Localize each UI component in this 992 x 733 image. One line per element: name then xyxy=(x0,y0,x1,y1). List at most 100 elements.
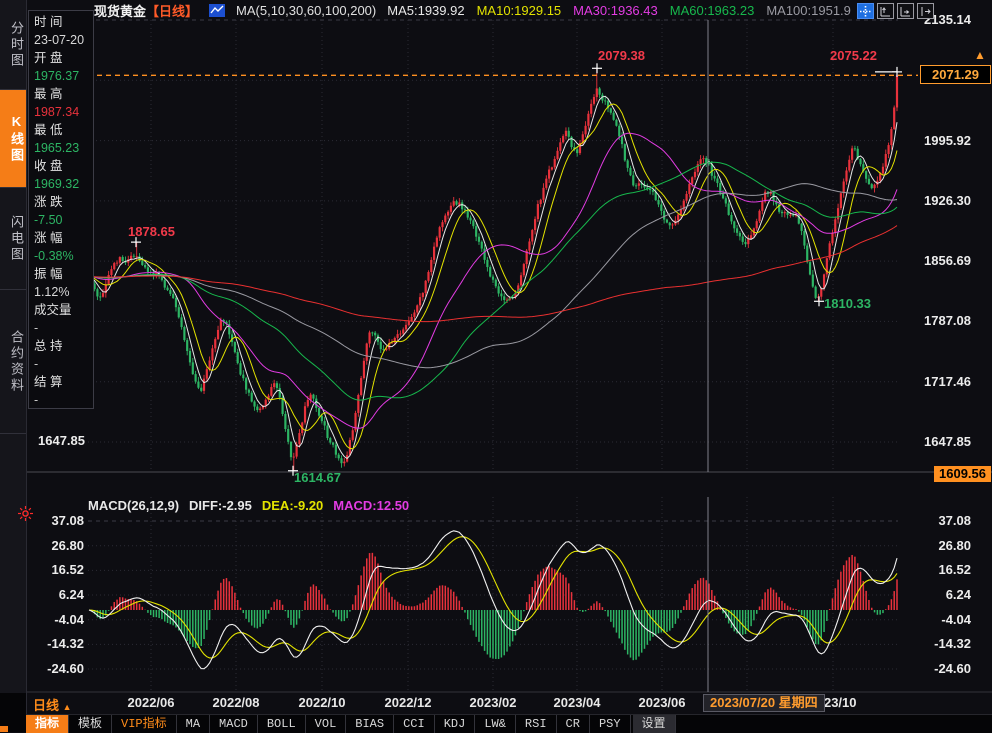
candle-body xyxy=(596,88,598,97)
candle-body xyxy=(537,204,539,219)
candle-body xyxy=(399,334,401,335)
pane-collapse-icon[interactable] xyxy=(917,3,934,19)
candle-body xyxy=(483,249,485,260)
candle-body xyxy=(211,348,213,360)
indicator-alert-icon[interactable] xyxy=(18,506,33,521)
candle-body xyxy=(178,307,180,317)
low-price-annotation: 1810.33 xyxy=(824,296,871,311)
candle-body xyxy=(164,280,166,287)
candle-body xyxy=(427,272,429,281)
main-price-chart[interactable] xyxy=(26,0,992,495)
candle-body xyxy=(859,159,861,164)
candle-body xyxy=(464,209,466,210)
pane-zoom-in-icon[interactable] xyxy=(897,3,914,19)
candle-body xyxy=(416,305,418,312)
tab-time-chart[interactable]: 分时图 xyxy=(0,0,26,90)
info-value: 1987.34 xyxy=(34,103,93,121)
candle-body xyxy=(893,107,895,129)
ma-value-label: MA30:1936.43 xyxy=(573,3,658,18)
date-tick-label: 2023/02 xyxy=(470,695,517,710)
candle-body xyxy=(843,181,845,193)
info-value: -7.50 xyxy=(34,211,93,229)
candle-body xyxy=(458,202,460,204)
info-label: 振 幅 xyxy=(34,265,93,283)
candle-body xyxy=(865,171,867,179)
candle-body xyxy=(873,185,875,188)
info-label: 开 盘 xyxy=(34,49,93,67)
candle-body xyxy=(848,160,850,171)
toolbar-item-设置[interactable]: 设置 xyxy=(633,715,676,733)
candle-body xyxy=(882,167,884,174)
tab-flash-chart[interactable]: 闪电图 xyxy=(0,188,26,290)
date-tick-label: 2022/10 xyxy=(299,695,346,710)
tab-contract-info[interactable]: 合约资料 xyxy=(0,290,26,434)
candle-body xyxy=(629,168,631,175)
candle-body xyxy=(444,216,446,223)
candle-body xyxy=(332,443,334,445)
candle-body xyxy=(203,379,205,391)
toolbar-item-CCI[interactable]: CCI xyxy=(394,715,435,733)
candle-body xyxy=(338,455,340,459)
candle-body xyxy=(702,158,704,159)
high-price-annotation: 1878.65 xyxy=(128,224,175,239)
interval-selector[interactable]: 日线 ▲ xyxy=(33,695,72,714)
crosshair-tool-icon[interactable] xyxy=(857,3,874,19)
toolbar-item-CR[interactable]: CR xyxy=(557,715,590,733)
candle-body xyxy=(380,342,382,349)
candle-body xyxy=(565,131,567,136)
info-value: 23-07-20 xyxy=(34,31,93,49)
candle-body xyxy=(663,211,665,220)
toolbar-item-RSI[interactable]: RSI xyxy=(516,715,557,733)
candle-body xyxy=(217,330,219,339)
candle-body xyxy=(551,167,553,169)
toolbar-item-BIAS[interactable]: BIAS xyxy=(346,715,394,733)
candle-body xyxy=(186,340,188,351)
candle-body xyxy=(175,298,177,307)
candle-body xyxy=(214,339,216,348)
toolbar-item-指标[interactable]: 指标 xyxy=(26,715,69,733)
macd-indicator-chart[interactable] xyxy=(26,495,992,693)
date-tick-label: 2023/04 xyxy=(554,695,601,710)
candle-body xyxy=(590,104,592,114)
candle-body xyxy=(568,131,570,137)
candle-body xyxy=(343,462,345,464)
toolbar-item-VIP指标[interactable]: VIP指标 xyxy=(112,715,177,733)
info-label: 收 盘 xyxy=(34,157,93,175)
candle-body xyxy=(180,317,182,327)
candle-body xyxy=(652,190,654,192)
candle-body xyxy=(820,288,822,296)
candle-body xyxy=(419,297,421,305)
candle-body xyxy=(548,170,550,179)
candle-body xyxy=(534,219,536,230)
candle-body xyxy=(831,233,833,244)
toolbar-item-模板[interactable]: 模板 xyxy=(69,715,112,733)
toolbar-item-LW&[interactable]: LW& xyxy=(475,715,516,733)
candle-body xyxy=(837,208,839,219)
candle-body xyxy=(209,360,211,369)
candle-body xyxy=(587,114,589,126)
candle-body xyxy=(618,126,620,137)
candle-body xyxy=(786,212,788,215)
candle-body xyxy=(312,395,314,399)
line-chart-icon[interactable] xyxy=(209,4,225,17)
tab-kline-chart[interactable]: K线图 xyxy=(0,90,26,188)
toolbar-item-VOL[interactable]: VOL xyxy=(306,715,347,733)
ma-value-label: MA10:1929.15 xyxy=(477,3,562,18)
candle-body xyxy=(265,400,267,406)
macd-axis-label: 16.52 xyxy=(28,562,84,577)
toolbar-item-KDJ[interactable]: KDJ xyxy=(435,715,476,733)
candle-body xyxy=(747,239,749,244)
candle-body xyxy=(739,233,741,237)
candle-body xyxy=(220,320,222,330)
candle-body xyxy=(758,211,760,221)
candle-body xyxy=(890,129,892,145)
candle-body xyxy=(357,395,359,413)
toolbar-item-MA[interactable]: MA xyxy=(177,715,210,733)
toolbar-item-MACD[interactable]: MACD xyxy=(210,715,258,733)
candle-body xyxy=(559,142,561,150)
toolbar-item-PSY[interactable]: PSY xyxy=(590,715,631,733)
pane-zoom-out-icon[interactable] xyxy=(877,3,894,19)
macd-axis-label: 6.24 xyxy=(28,587,84,602)
toolbar-item-BOLL[interactable]: BOLL xyxy=(258,715,306,733)
candle-body xyxy=(481,242,483,249)
